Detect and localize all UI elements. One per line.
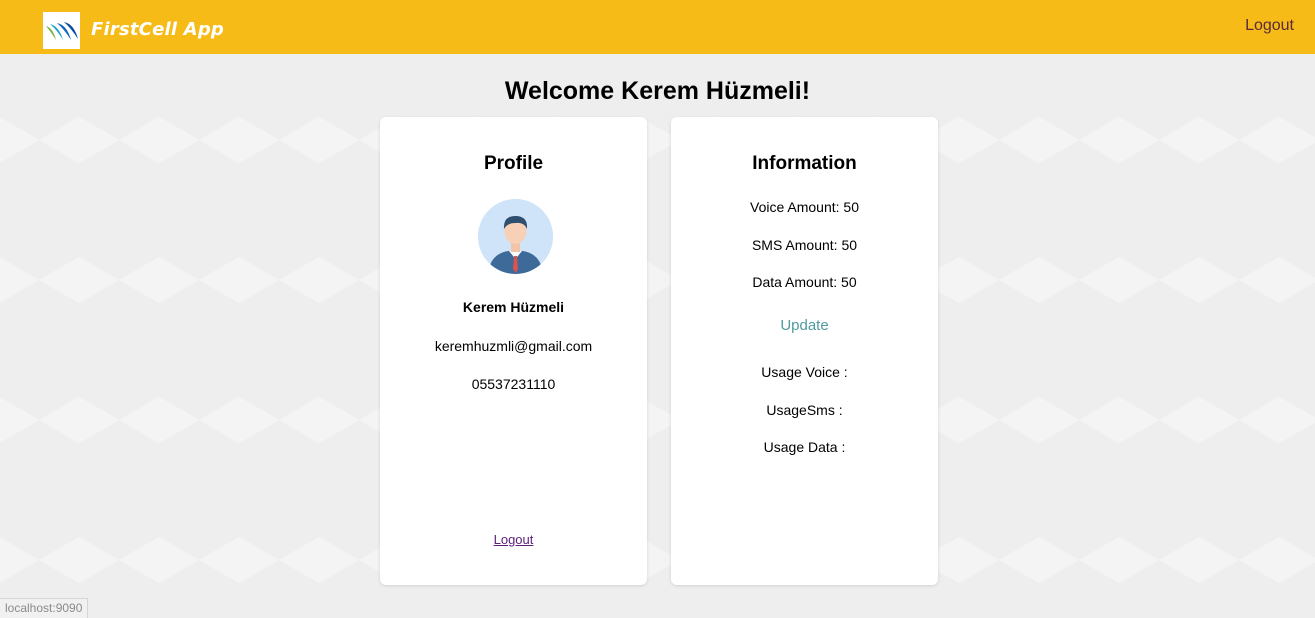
usage-voice: Usage Voice : — [761, 364, 848, 380]
browser-status-url: localhost:9090 — [0, 598, 89, 618]
profile-card: Profile Kerem Hüzmeli keremhuzmli@gmail.… — [380, 117, 647, 585]
update-link[interactable]: Update — [671, 317, 938, 335]
information-card: Information Voice Amount: 50 SMS Amount:… — [671, 117, 938, 585]
voice-amount: Voice Amount: 50 — [750, 199, 859, 215]
profile-phone: 05537231110 — [471, 376, 556, 392]
app-brand-name[interactable]: FirstCell App — [91, 19, 224, 40]
usage-data: Usage Data : — [763, 439, 846, 455]
data-amount: Data Amount: 50 — [752, 274, 857, 290]
navbar-logout-link[interactable]: Logout — [1245, 17, 1294, 35]
profile-email: keremhuzmli@gmail.com — [434, 338, 593, 354]
usage-sms: UsageSms : — [766, 402, 843, 418]
profile-title: Profile — [483, 153, 544, 174]
profile-logout-link[interactable]: Logout — [380, 531, 647, 549]
welcome-heading: Welcome Kerem Hüzmeli! — [504, 77, 811, 105]
avatar — [478, 199, 553, 274]
user-avatar-icon — [478, 199, 553, 274]
profile-name: Kerem Hüzmeli — [462, 299, 565, 315]
app-logo[interactable] — [43, 12, 80, 49]
top-navbar: FirstCell App Logout — [0, 0, 1315, 54]
sms-amount: SMS Amount: 50 — [751, 237, 858, 253]
information-title: Information — [752, 153, 857, 174]
